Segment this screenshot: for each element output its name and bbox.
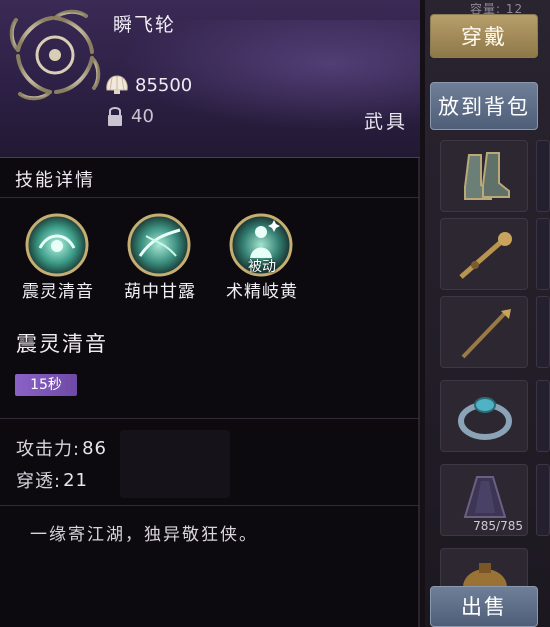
skill-list: 震灵清音 葫中甘露 被动 术精岐黄: [10, 212, 310, 307]
selected-skill-name: 震灵清音: [16, 332, 108, 356]
cooldown-badge: 15秒: [15, 374, 77, 396]
inventory-slot-cloak[interactable]: 785/785: [440, 464, 528, 536]
inventory-slot-edge[interactable]: [536, 296, 550, 368]
inventory-slot-ring[interactable]: [440, 380, 528, 452]
stats-list: 攻击力: 86 穿透: 21: [16, 432, 107, 496]
skills-section-title: 技能详情: [15, 170, 95, 191]
stat-row-penetration: 穿透: 21: [16, 464, 107, 496]
level-row: 40: [105, 105, 154, 127]
skill-label: 震灵清音: [22, 282, 94, 302]
item-header: 瞬飞轮 85500 40 武具: [0, 0, 420, 158]
wear-button[interactable]: 穿戴: [430, 14, 538, 58]
skill-label: 术精岐黄: [226, 282, 298, 302]
stat-label: 穿透:: [16, 471, 62, 492]
inventory-slot-edge[interactable]: [536, 140, 550, 212]
stat-value: 86: [82, 437, 107, 459]
rod-icon: [461, 309, 511, 359]
skill-huzhong[interactable]: 葫中甘露: [112, 212, 208, 307]
stat-value: 21: [63, 469, 88, 491]
divider: [0, 505, 420, 506]
skill-orb-icon: [25, 213, 89, 277]
inventory-slot-rod[interactable]: [440, 296, 528, 368]
price-row: 85500: [105, 74, 192, 96]
sell-button[interactable]: 出售: [430, 586, 538, 627]
inventory-slot-edge[interactable]: [536, 464, 550, 536]
inventory-slot-staff[interactable]: [440, 218, 528, 290]
item-level: 40: [131, 105, 154, 127]
wheel-emblem-icon: [9, 9, 101, 101]
item-price: 85500: [135, 74, 193, 96]
staff-icon: [459, 232, 512, 279]
boots-icon: [464, 152, 510, 200]
item-durability: 785/785: [473, 519, 523, 533]
inventory-slot-edge[interactable]: [536, 380, 550, 452]
skill-shujing[interactable]: 被动 术精岐黄: [214, 212, 310, 307]
item-type: 武具: [363, 111, 408, 133]
item-detail-panel: 瞬飞轮 85500 40 武具 技能详情 震灵清音 葫中甘露 被动 术精岐黄 震…: [0, 0, 420, 627]
item-name: 瞬飞轮: [113, 14, 177, 36]
divider: [0, 418, 420, 419]
skill-orb-icon: [127, 213, 191, 277]
skill-zhenling[interactable]: 震灵清音: [10, 212, 106, 307]
move-to-bag-button[interactable]: 放到背包: [430, 82, 538, 130]
stat-label: 攻击力:: [16, 439, 81, 460]
passive-tag: 被动: [248, 259, 276, 275]
inventory-slot-boots[interactable]: [440, 140, 528, 212]
skill-label: 葫中甘露: [124, 282, 196, 302]
inventory-slot-edge[interactable]: [536, 218, 550, 290]
stat-row-attack: 攻击力: 86: [16, 432, 107, 464]
shell-icon: [106, 75, 128, 94]
lock-icon: [108, 107, 122, 126]
divider: [0, 197, 420, 198]
flavor-text: 一缘寄江湖，独异敬狂侠。: [30, 525, 258, 545]
inventory-header: 容量: 12: [470, 2, 524, 14]
ring-icon: [458, 397, 512, 440]
